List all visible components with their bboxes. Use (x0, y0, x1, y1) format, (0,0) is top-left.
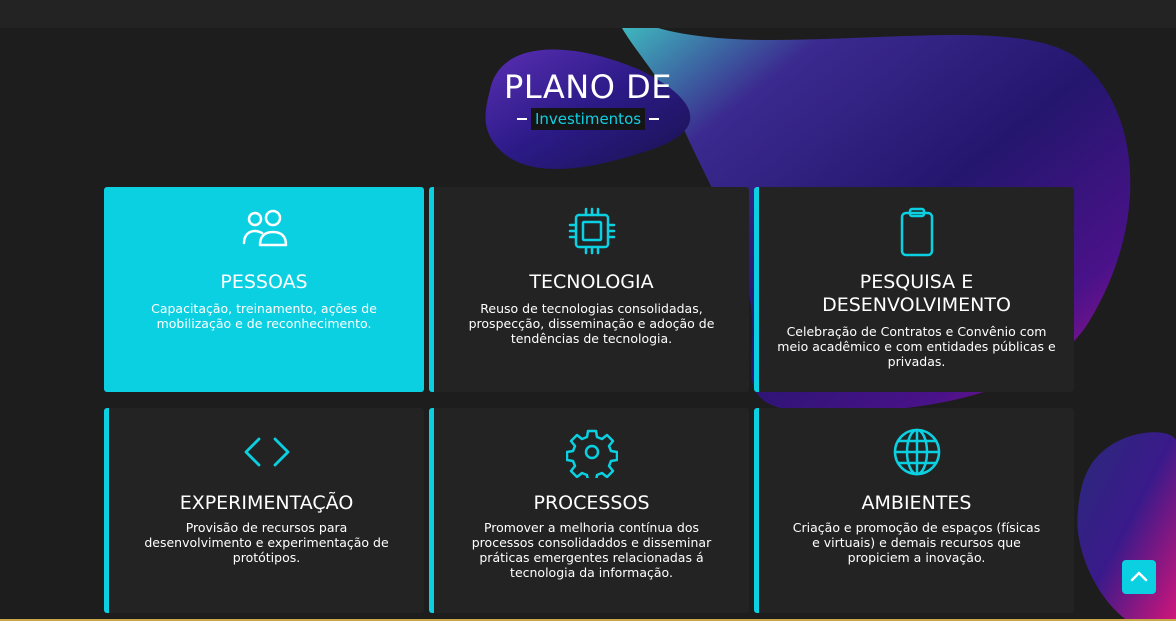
card-title: TECNOLOGIA (529, 271, 654, 293)
code-brackets-icon (244, 437, 289, 467)
section-heading: PLANO DE Investimentos (0, 68, 1176, 130)
clipboard-icon (900, 207, 933, 257)
card-text: Provisão de recursos para desenvolviment… (144, 520, 389, 565)
card-title: PESQUISA E DESENVOLVIMENTO (822, 271, 1011, 316)
page-subtitle: Investimentos (530, 108, 646, 130)
subtitle-row: Investimentos (0, 108, 1176, 130)
card-text: Capacitação, treinamento, ações de mobil… (151, 301, 377, 331)
card-ambientes[interactable]: AMBIENTES Criação e promoção de espaços … (754, 408, 1074, 613)
scroll-to-top-button[interactable] (1122, 560, 1156, 594)
top-bar (0, 0, 1176, 28)
chevron-up-icon (1130, 571, 1148, 582)
card-pessoas[interactable]: PESSOAS Capacitação, treinamento, ações … (104, 187, 424, 392)
card-text: Reuso de tecnologias consolidadas, prosp… (468, 301, 715, 346)
card-text: Promover a melhoria contínua dos process… (471, 520, 712, 580)
card-experimentacao[interactable]: EXPERIMENTAÇÃO Provisão de recursos para… (104, 408, 424, 613)
cpu-chip-icon (568, 207, 615, 255)
gear-icon (565, 429, 618, 478)
users-icon (242, 209, 288, 247)
globe-icon (893, 428, 940, 476)
card-pesquisa-desenvolvimento[interactable]: PESQUISA E DESENVOLVIMENTO Celebração de… (754, 187, 1074, 392)
card-tecnologia[interactable]: TECNOLOGIA Reuso de tecnologias consolid… (429, 187, 749, 392)
card-title: EXPERIMENTAÇÃO (179, 492, 354, 514)
dash-left (516, 118, 527, 120)
card-text: Criação e promoção de espaços (físicas e… (792, 520, 1041, 565)
card-title: AMBIENTES (861, 492, 972, 514)
card-title: PROCESSOS (533, 492, 650, 514)
card-processos[interactable]: PROCESSOS Promover a melhoria contínua d… (429, 408, 749, 613)
dash-right (649, 118, 660, 120)
page-title: PLANO DE (504, 68, 672, 106)
card-text: Celebração de Contratos e Convênio com m… (777, 324, 1056, 369)
card-title: PESSOAS (220, 271, 308, 293)
